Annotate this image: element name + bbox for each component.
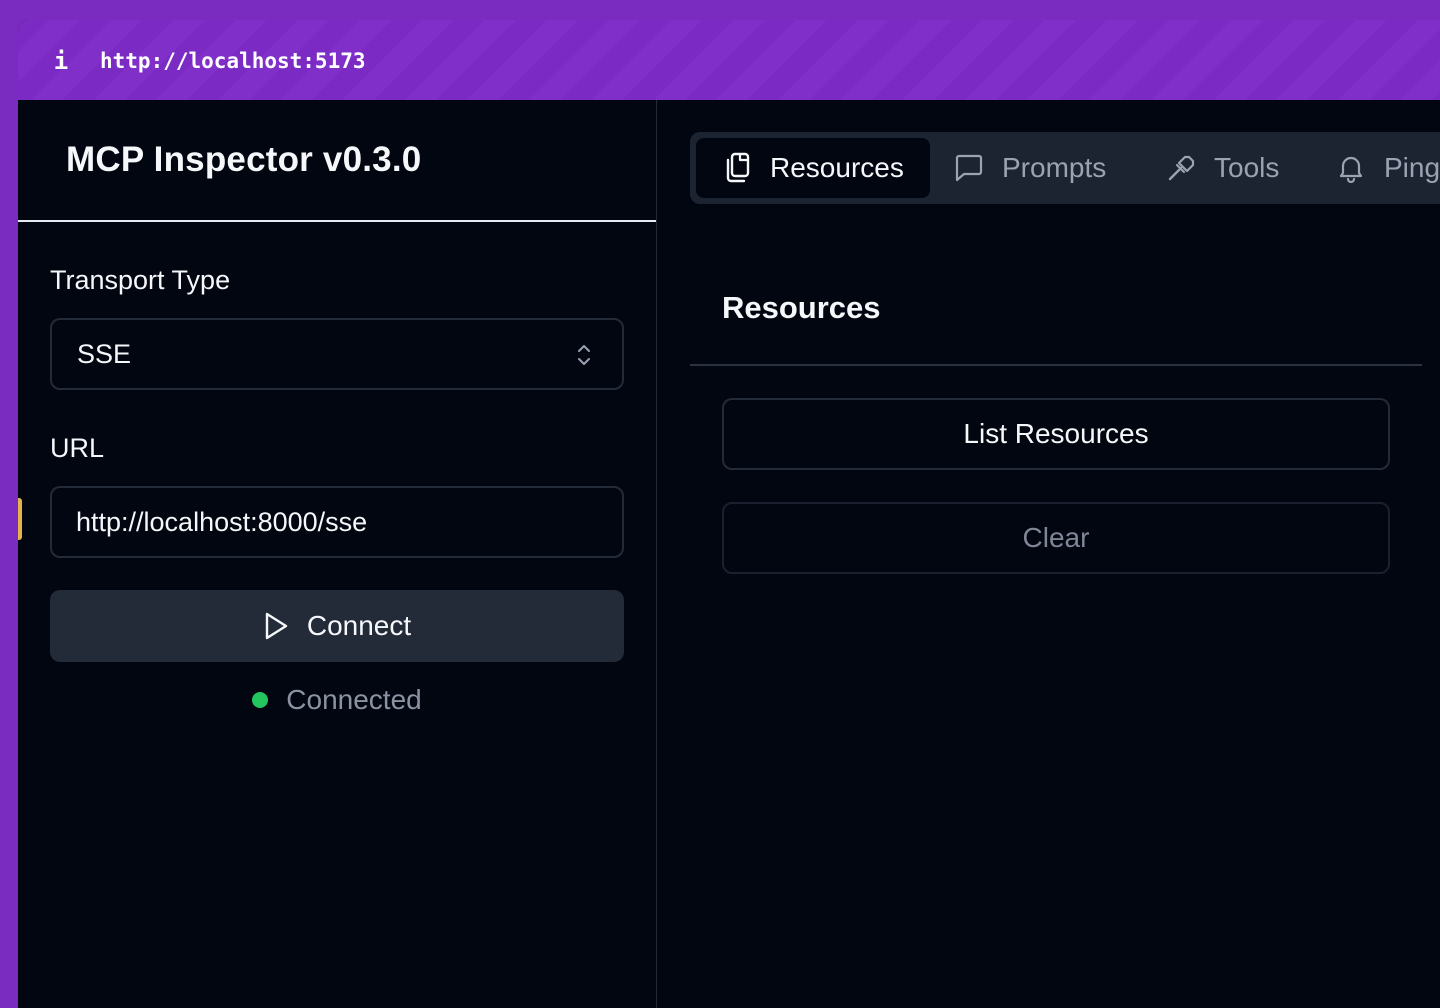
connection-status: Connected xyxy=(18,682,656,718)
copy-icon xyxy=(726,152,750,183)
clear-button[interactable]: Clear xyxy=(722,502,1390,574)
play-icon xyxy=(265,612,288,640)
transport-type-label: Transport Type xyxy=(50,265,231,295)
tab-resources[interactable]: Resources xyxy=(696,138,930,198)
tab-label: Tools xyxy=(1214,152,1280,183)
section-title: Resources xyxy=(722,290,881,325)
connect-button[interactable]: Connect xyxy=(50,590,624,662)
app-title: MCP Inspector v0.3.0 xyxy=(66,140,422,179)
status-text: Connected xyxy=(286,684,422,715)
bell-icon xyxy=(1339,156,1363,183)
section-divider xyxy=(690,364,1422,366)
connect-button-label: Connect xyxy=(306,610,412,641)
sidebar-header: MCP Inspector v0.3.0 xyxy=(18,100,656,222)
tab-tools[interactable]: Tools xyxy=(1140,138,1305,198)
browser-window: i http://localhost:5173 MCP Inspector v0… xyxy=(18,20,1440,1008)
list-resources-button[interactable]: List Resources xyxy=(722,398,1390,470)
tab-label: Ping xyxy=(1384,152,1440,183)
tab-prompts[interactable]: Prompts xyxy=(928,138,1132,198)
transport-type-select[interactable]: SSE xyxy=(50,318,624,390)
address-url[interactable]: http://localhost:5173 xyxy=(100,48,366,74)
address-bar: i http://localhost:5173 xyxy=(18,20,1440,100)
sidebar: MCP Inspector v0.3.0 Transport Type SSE … xyxy=(18,100,657,1008)
info-icon[interactable]: i xyxy=(52,48,70,74)
chevrons-up-down-icon xyxy=(578,345,590,365)
tab-bar: Resources Prompts Tools Ping xyxy=(690,132,1440,204)
hammer-icon xyxy=(1168,155,1195,181)
url-input[interactable] xyxy=(50,486,624,558)
transport-type-value: SSE xyxy=(77,339,132,369)
tab-label: Prompts xyxy=(1002,152,1107,183)
message-square-icon xyxy=(955,154,983,182)
main-panel: Resources Prompts Tools Ping Resources L… xyxy=(658,100,1440,1008)
status-dot-icon xyxy=(252,692,269,708)
tab-label: Resources xyxy=(770,152,904,183)
tab-ping[interactable]: Ping xyxy=(1310,138,1440,198)
url-label: URL xyxy=(50,433,105,463)
